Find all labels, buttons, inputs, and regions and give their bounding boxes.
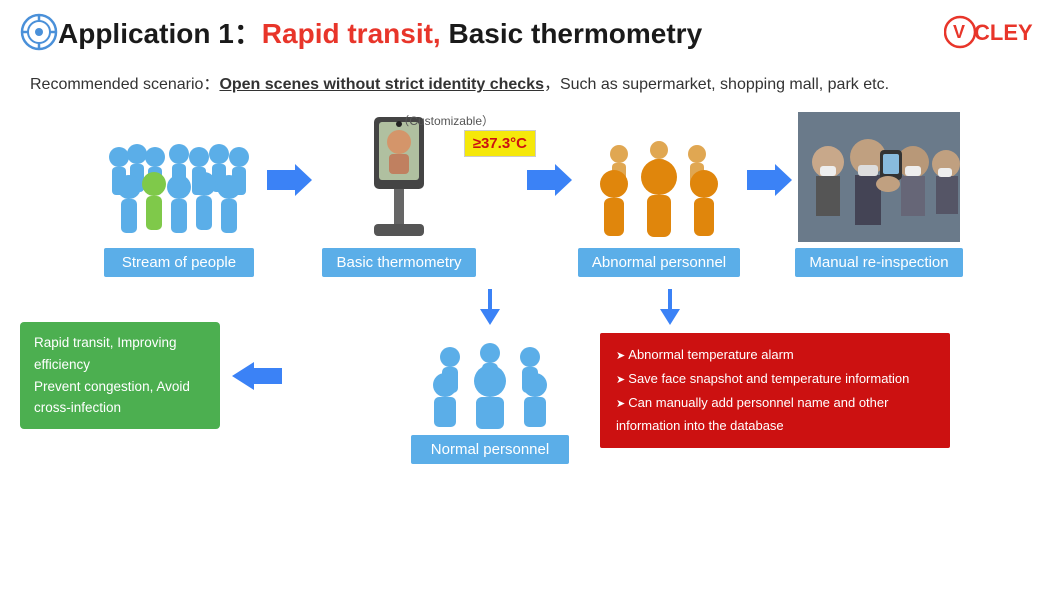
bottom-area: Rapid transit, Improving efficiency Prev… bbox=[0, 287, 1058, 464]
arrow-left-container bbox=[232, 362, 282, 390]
slide: Application 1：Rapid transit, Basic therm… bbox=[0, 0, 1058, 596]
label-thermometry: Basic thermometry bbox=[322, 248, 475, 277]
people-image bbox=[94, 112, 264, 242]
arrow-left-svg bbox=[232, 362, 282, 390]
normal-people-svg bbox=[420, 329, 560, 429]
logo-container: V CLEY bbox=[944, 12, 1034, 52]
flow-item-people: Stream of people bbox=[94, 112, 264, 277]
bottom-left: Rapid transit, Improving efficiency Prev… bbox=[20, 287, 380, 464]
scenario-suffix: ，Such as supermarket, shopping mall, par… bbox=[544, 76, 889, 93]
title-suffix: Basic thermometry bbox=[441, 18, 702, 49]
label-abnormal: Abnormal personnel bbox=[578, 248, 740, 277]
red-item-1: Abnormal temperature alarm bbox=[616, 343, 934, 367]
green-box: Rapid transit, Improving efficiency Prev… bbox=[20, 322, 220, 428]
scenario-underline: Open scenes without strict identity chec… bbox=[219, 76, 544, 93]
people-svg bbox=[99, 112, 259, 242]
header-title: Application 1：Rapid transit, Basic therm… bbox=[58, 12, 944, 52]
green-line1: Rapid transit, Improving efficiency bbox=[34, 332, 206, 375]
arrow-3 bbox=[744, 162, 794, 228]
reinspection-image bbox=[794, 112, 964, 242]
vcley-logo: V CLEY bbox=[944, 12, 1034, 52]
normal-label: Normal personnel bbox=[411, 435, 569, 464]
temp-badge: ≥37.3°C bbox=[464, 130, 536, 157]
down-arrow-normal bbox=[480, 289, 500, 325]
arrow-2 bbox=[524, 162, 574, 228]
device-svg bbox=[339, 112, 459, 242]
red-item-2: Save face snapshot and temperature infor… bbox=[616, 367, 934, 391]
red-item-3: Can manually add personnel name and othe… bbox=[616, 391, 934, 438]
svg-text:CLEY: CLEY bbox=[974, 20, 1033, 45]
compass-icon bbox=[20, 13, 58, 51]
label-stream: Stream of people bbox=[104, 248, 254, 277]
scenario-prefix: Recommended scenario： bbox=[30, 76, 219, 93]
arrow-1 bbox=[264, 162, 314, 228]
label-reinspection: Manual re-inspection bbox=[795, 248, 962, 277]
bottom-right: Abnormal temperature alarm Save face sna… bbox=[600, 287, 1038, 464]
header: Application 1：Rapid transit, Basic therm… bbox=[0, 0, 1058, 62]
flow-area: Stream of people （Customizable） ≥37.3°C bbox=[0, 102, 1058, 281]
customizable-label: （Customizable） bbox=[397, 112, 494, 129]
green-line2: Prevent congestion, Avoid cross-infectio… bbox=[34, 376, 206, 419]
abnormal-svg bbox=[579, 112, 739, 242]
device-image: （Customizable） ≥37.3°C bbox=[314, 112, 484, 242]
down-arrow-abnormal bbox=[660, 289, 680, 325]
title-highlight: Rapid transit, bbox=[262, 18, 441, 49]
red-box: Abnormal temperature alarm Save face sna… bbox=[600, 333, 950, 448]
app-label: Application 1： bbox=[58, 18, 262, 49]
svg-text:V: V bbox=[953, 22, 965, 42]
reinspection-photo bbox=[798, 112, 960, 242]
bottom-center: Normal personnel bbox=[400, 287, 580, 464]
flow-item-abnormal: Abnormal personnel bbox=[574, 112, 744, 277]
flow-item-reinspection: Manual re-inspection bbox=[794, 112, 964, 277]
abnormal-image bbox=[574, 112, 744, 242]
flow-item-device: （Customizable） ≥37.3°C bbox=[314, 112, 484, 277]
scenario-line: Recommended scenario：Open scenes without… bbox=[0, 62, 1058, 102]
